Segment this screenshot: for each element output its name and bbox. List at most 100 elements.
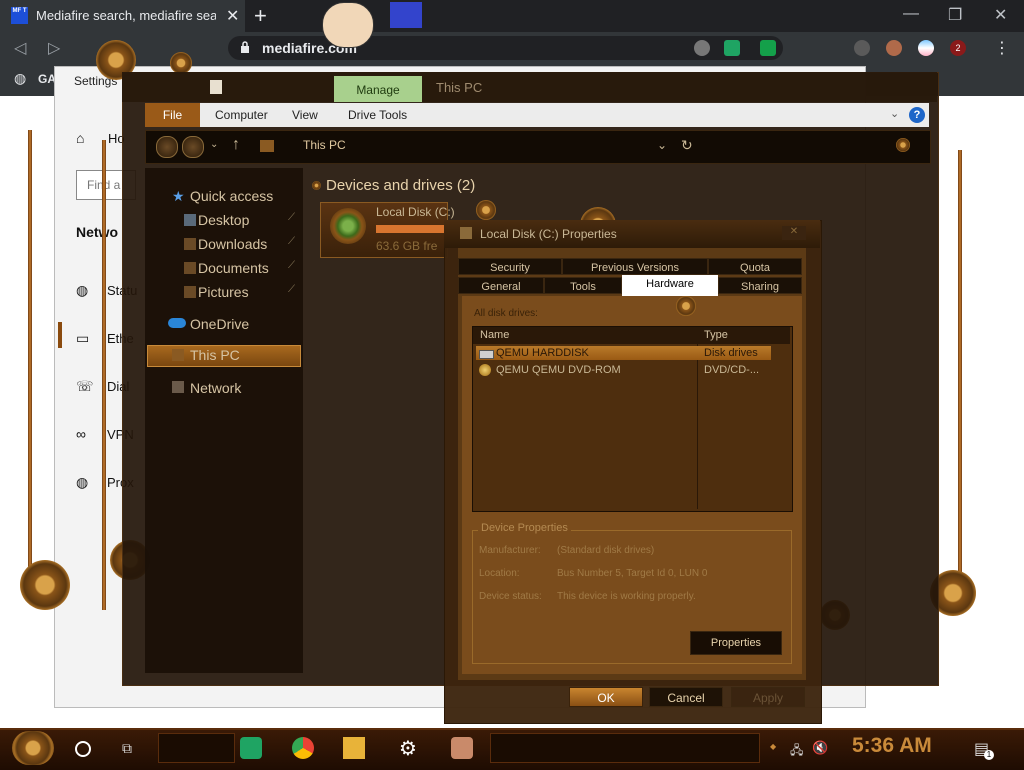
selected-indicator bbox=[58, 322, 62, 348]
browser-tab-title[interactable]: Mediafire search, mediafire sea bbox=[36, 8, 216, 23]
properties-button[interactable]: Properties bbox=[690, 631, 782, 655]
tab-drive-tools[interactable]: Drive Tools bbox=[348, 108, 407, 122]
nav-pictures[interactable]: Pictures bbox=[198, 284, 249, 300]
tab-manage[interactable]: Manage bbox=[334, 76, 422, 102]
tab-file[interactable]: File bbox=[145, 103, 200, 127]
column-header-name[interactable]: Name bbox=[480, 329, 509, 341]
sheets-app-icon[interactable] bbox=[240, 737, 262, 759]
refresh-icon[interactable]: ↻ bbox=[681, 137, 693, 154]
tab-view[interactable]: View bbox=[292, 108, 318, 122]
restore-icon[interactable]: ❐ bbox=[948, 5, 962, 25]
pictures-icon bbox=[184, 286, 196, 298]
dialup-icon: ☏ bbox=[76, 378, 94, 394]
tab-tools[interactable]: Tools bbox=[544, 277, 622, 294]
nav-quick-access[interactable]: Quick access bbox=[190, 188, 273, 204]
drive-free-space: 63.6 GB fre bbox=[376, 239, 438, 253]
ublock-extension-icon[interactable]: 2 bbox=[950, 40, 966, 56]
close-tab-icon[interactable]: ✕ bbox=[226, 6, 239, 26]
tab-hardware[interactable]: Hardware bbox=[622, 275, 718, 297]
star-icon[interactable] bbox=[854, 40, 870, 56]
tab-computer[interactable]: Computer bbox=[215, 108, 268, 122]
nav-thispc[interactable]: This PC bbox=[190, 347, 240, 363]
lamp-decoration-icon bbox=[676, 296, 696, 316]
location-label: Location: bbox=[479, 568, 520, 579]
taskbar-clock[interactable]: 5:36 AM bbox=[852, 734, 932, 758]
nav-downloads[interactable]: Downloads bbox=[198, 236, 267, 252]
pin-icon: ⟋ bbox=[288, 284, 295, 295]
documents-icon bbox=[184, 262, 196, 274]
globe-icon: ◍ bbox=[14, 70, 27, 86]
sheets-extension-icon[interactable] bbox=[724, 40, 740, 56]
breadcrumb[interactable]: This PC bbox=[303, 138, 346, 152]
network-tray-icon[interactable]: 🖧 bbox=[790, 741, 803, 762]
nav-desktop[interactable]: Desktop bbox=[198, 212, 249, 228]
home-icon: ⌂ bbox=[76, 130, 85, 146]
explorer-title: This PC bbox=[436, 80, 483, 95]
frame-rail-decoration bbox=[958, 150, 962, 610]
downloads-icon bbox=[184, 238, 196, 250]
back-icon[interactable]: ◁ bbox=[14, 38, 26, 58]
table-row-name[interactable]: QEMU HARDDISK bbox=[496, 347, 589, 359]
settings-gear-icon[interactable]: ⚙ bbox=[399, 736, 417, 761]
minimize-icon[interactable]: — bbox=[903, 5, 919, 23]
location-value: Bus Number 5, Target Id 0, LUN 0 bbox=[557, 568, 708, 579]
back-arrow-icon[interactable] bbox=[156, 136, 178, 158]
forward-icon[interactable]: ▷ bbox=[48, 38, 60, 58]
blocked-extension-icon[interactable] bbox=[694, 40, 710, 56]
browser-menu-icon[interactable]: ⋮ bbox=[994, 38, 1010, 58]
address-dropdown-icon[interactable]: ⌄ bbox=[657, 138, 667, 152]
avatar-app-icon[interactable] bbox=[451, 737, 473, 759]
document-icon[interactable] bbox=[210, 80, 222, 94]
ok-button[interactable]: OK bbox=[569, 687, 643, 707]
window-close-icon[interactable]: ✕ bbox=[994, 5, 1007, 25]
taskbar-slot bbox=[490, 733, 760, 763]
nav-network[interactable]: Network bbox=[190, 380, 241, 396]
section-bullet-icon bbox=[312, 181, 321, 190]
task-view-icon[interactable]: ⧉ bbox=[122, 740, 132, 757]
table-row-name[interactable]: QEMU QEMU DVD-ROM bbox=[496, 364, 621, 376]
tab-sharing[interactable]: Sharing bbox=[718, 277, 802, 294]
apply-button[interactable]: Apply bbox=[731, 687, 805, 707]
vpn-icon: ∞ bbox=[76, 426, 86, 442]
up-arrow-icon[interactable]: ↑ bbox=[232, 136, 240, 154]
proxy-globe-icon: ◍ bbox=[76, 474, 89, 490]
tab-security[interactable]: Security bbox=[458, 258, 562, 275]
table-row-type: DVD/CD-... bbox=[704, 364, 759, 376]
volume-muted-icon[interactable]: 🔇 bbox=[812, 740, 828, 756]
nav-onedrive[interactable]: OneDrive bbox=[190, 316, 249, 332]
flag-extension-icon[interactable] bbox=[918, 40, 934, 56]
avatar[interactable] bbox=[886, 40, 902, 56]
harddisk-icon bbox=[479, 350, 494, 359]
search-gear-icon[interactable] bbox=[896, 138, 910, 152]
recent-locations-icon[interactable]: ⌄ bbox=[210, 139, 218, 150]
ribbon-expand-icon[interactable]: ⌄ bbox=[890, 107, 899, 120]
forward-arrow-icon[interactable] bbox=[182, 136, 204, 158]
cancel-button[interactable]: Cancel bbox=[649, 687, 723, 707]
tab-quota[interactable]: Quota bbox=[708, 258, 802, 275]
section-header[interactable]: Devices and drives (2) bbox=[326, 177, 475, 194]
device-status-value: This device is working properly. bbox=[557, 591, 696, 602]
tab-general[interactable]: General bbox=[458, 277, 544, 294]
tray-chevron-icon[interactable]: ◆ bbox=[770, 742, 776, 751]
table-row-type: Disk drives bbox=[704, 347, 758, 359]
desktop-icon bbox=[184, 214, 196, 226]
tab-previous-versions[interactable]: Previous Versions bbox=[562, 258, 708, 275]
new-tab-button[interactable]: + bbox=[254, 3, 267, 29]
star-icon: ★ bbox=[172, 188, 185, 204]
file-explorer-app-icon[interactable] bbox=[343, 737, 365, 759]
gauge-decoration-icon bbox=[170, 52, 192, 74]
nav-documents[interactable]: Documents bbox=[198, 260, 269, 276]
drive-icon bbox=[330, 208, 366, 244]
shield-extension-icon[interactable] bbox=[760, 40, 776, 56]
search-icon[interactable] bbox=[75, 741, 91, 757]
help-icon[interactable]: ? bbox=[909, 107, 925, 123]
column-header-type[interactable]: Type bbox=[704, 329, 728, 341]
chrome-app-icon[interactable] bbox=[292, 737, 314, 759]
onedrive-cloud-icon bbox=[168, 318, 186, 328]
pc-icon bbox=[260, 140, 274, 152]
start-button[interactable] bbox=[12, 731, 54, 765]
frame-rail-decoration bbox=[28, 130, 32, 600]
manufacturer-label: Manufacturer: bbox=[479, 545, 541, 556]
dialog-close-button[interactable]: ✕ bbox=[782, 226, 806, 240]
network-heading: Netwo bbox=[76, 224, 118, 240]
